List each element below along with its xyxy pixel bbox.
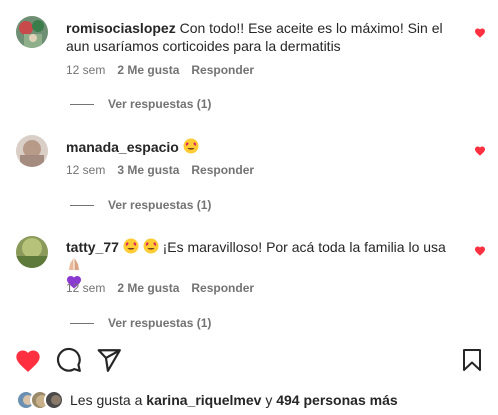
view-replies-button[interactable]: Ver respuestas (1) [70,97,211,111]
view-replies-label: Ver respuestas (1) [108,316,212,330]
bookmark-icon[interactable] [460,347,484,373]
likes-prefix: Les gusta a [70,392,143,408]
view-replies-button[interactable]: Ver respuestas (1) [70,316,211,330]
reply-button[interactable]: Responder [191,163,254,177]
likes-joiner: y [265,392,273,408]
avatar[interactable] [16,135,48,167]
reply-button[interactable]: Responder [191,63,254,77]
comment-likes-count[interactable]: 2 Me gusta [117,63,179,77]
heart-icon[interactable] [474,27,486,39]
post-action-bar [0,347,498,377]
comment-time: 12 sem [66,63,106,77]
view-replies-label: Ver respuestas (1) [108,97,212,111]
share-icon[interactable] [96,347,122,373]
heart-eyes-emoji [123,238,139,254]
comment-username[interactable]: tatty_77 [66,239,119,255]
comment-time: 12 sem [66,281,106,295]
comment-time: 12 sem [66,163,106,177]
comment-username[interactable]: manada_espacio [66,139,179,155]
reply-button[interactable]: Responder [191,281,254,295]
post-comments-panel: romisociaslopez Con todo!! Ese aceite es… [0,0,498,415]
comment-text: ¡Es maravilloso! Por acá toda la familia… [162,239,446,255]
heart-icon[interactable] [474,245,486,257]
comment-likes-count[interactable]: 3 Me gusta [117,163,179,177]
like-heart-icon[interactable] [14,347,42,375]
avatar[interactable] [16,16,48,48]
replies-divider [70,322,94,324]
likes-others-count[interactable]: 494 personas más [276,392,397,408]
comment-icon[interactable] [56,347,82,373]
comment-username[interactable]: romisociaslopez [66,20,176,36]
view-replies-button[interactable]: Ver respuestas (1) [70,198,211,212]
comment-meta: 12 sem 2 Me gusta Responder [66,63,254,77]
avatar[interactable] [16,236,48,268]
view-replies-label: Ver respuestas (1) [108,198,212,212]
praying-hands-emoji [69,258,79,270]
replies-divider [70,103,94,105]
liker-username[interactable]: karina_riquelmev [146,392,261,408]
comment-meta: 12 sem 2 Me gusta Responder [66,281,254,295]
heart-eyes-emoji [143,238,159,254]
heart-icon[interactable] [474,145,486,157]
replies-divider [70,204,94,206]
avatar [44,390,64,410]
likes-text: Les gusta a karina_riquelmev y 494 perso… [70,392,398,408]
comment-likes-count[interactable]: 2 Me gusta [117,281,179,295]
likes-summary[interactable]: Les gusta a karina_riquelmev y 494 perso… [16,388,398,412]
comment-meta: 12 sem 3 Me gusta Responder [66,163,254,177]
heart-eyes-emoji [183,138,199,154]
comment-body: romisociaslopez Con todo!! Ese aceite es… [66,19,458,55]
comment-body: manada_espacio [66,138,458,156]
